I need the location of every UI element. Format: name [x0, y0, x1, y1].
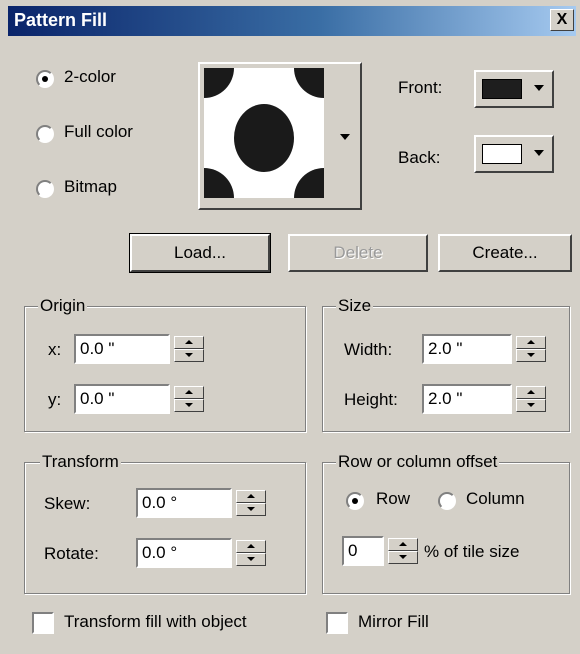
radio-2-color-label: 2-color	[64, 67, 116, 86]
rotate-spinner[interactable]	[236, 540, 266, 566]
load-button[interactable]: Load...	[129, 233, 271, 273]
spin-up-icon[interactable]	[174, 336, 204, 349]
offset-field[interactable]: 0	[342, 536, 384, 566]
rotate-field[interactable]: 0.0 °	[136, 538, 232, 568]
back-color-button[interactable]	[474, 135, 554, 173]
offset-spinner[interactable]	[388, 538, 418, 564]
chevron-down-icon	[340, 134, 350, 140]
close-icon: X	[556, 11, 568, 28]
origin-x-field[interactable]: 0.0 "	[74, 334, 170, 364]
radio-dot	[352, 498, 358, 504]
spin-up-icon[interactable]	[516, 386, 546, 399]
radio-column-label: Column	[466, 489, 525, 508]
spin-down-icon[interactable]	[236, 503, 266, 516]
offset-legend: Row or column offset	[336, 452, 500, 472]
skew-spinner[interactable]	[236, 490, 266, 516]
spin-down-icon[interactable]	[174, 399, 204, 412]
spin-up-icon[interactable]	[236, 540, 266, 553]
delete-button[interactable]: Delete	[288, 234, 428, 272]
origin-legend: Origin	[38, 296, 88, 316]
mirror-fill-label: Mirror Fill	[358, 612, 429, 631]
front-color-swatch	[482, 79, 522, 99]
pattern-picker[interactable]	[198, 62, 362, 210]
close-button[interactable]: X	[550, 9, 574, 31]
transform-fill-label: Transform fill with object	[64, 612, 247, 631]
radio-dot	[42, 76, 48, 82]
rotate-label: Rotate:	[44, 544, 99, 563]
front-color-button[interactable]	[474, 70, 554, 108]
pattern-preview-icon	[204, 68, 324, 198]
spin-down-icon[interactable]	[174, 349, 204, 362]
chevron-down-icon	[534, 85, 544, 91]
spin-up-icon[interactable]	[174, 386, 204, 399]
mirror-fill-checkbox[interactable]	[326, 612, 348, 634]
spin-up-icon[interactable]	[516, 336, 546, 349]
title-bar: Pattern Fill X	[8, 6, 576, 36]
radio-bitmap-label: Bitmap	[64, 177, 117, 196]
spin-down-icon[interactable]	[516, 349, 546, 362]
transform-group	[24, 462, 306, 594]
back-color-swatch	[482, 144, 522, 164]
origin-y-label: y:	[48, 390, 62, 409]
width-field[interactable]: 2.0 "	[422, 334, 512, 364]
size-legend: Size	[336, 296, 374, 316]
width-label: Width:	[344, 340, 393, 359]
spin-down-icon[interactable]	[236, 553, 266, 566]
offset-suffix-label: % of tile size	[424, 542, 520, 561]
back-color-label: Back:	[398, 148, 441, 167]
radio-row[interactable]	[346, 492, 364, 510]
height-label: Height:	[344, 390, 398, 409]
radio-bitmap[interactable]	[36, 180, 54, 198]
skew-label: Skew:	[44, 494, 91, 513]
spin-up-icon[interactable]	[388, 538, 418, 551]
height-spinner[interactable]	[516, 386, 546, 412]
width-spinner[interactable]	[516, 336, 546, 362]
origin-y-spinner[interactable]	[174, 386, 204, 412]
transform-legend: Transform	[40, 452, 121, 472]
origin-y-field[interactable]: 0.0 "	[74, 384, 170, 414]
chevron-down-icon	[534, 150, 544, 156]
origin-x-spinner[interactable]	[174, 336, 204, 362]
radio-full-color-label: Full color	[64, 122, 133, 141]
radio-full-color[interactable]	[36, 125, 54, 143]
transform-fill-checkbox[interactable]	[32, 612, 54, 634]
spin-up-icon[interactable]	[236, 490, 266, 503]
radio-2-color[interactable]	[36, 70, 54, 88]
offset-group	[322, 462, 570, 594]
spin-down-icon[interactable]	[388, 551, 418, 564]
origin-x-label: x:	[48, 340, 62, 359]
height-field[interactable]: 2.0 "	[422, 384, 512, 414]
skew-field[interactable]: 0.0 °	[136, 488, 232, 518]
dialog-title: Pattern Fill	[14, 10, 108, 30]
radio-row-label: Row	[376, 489, 411, 508]
create-button[interactable]: Create...	[438, 234, 572, 272]
radio-column[interactable]	[438, 492, 456, 510]
front-color-label: Front:	[398, 78, 443, 97]
spin-down-icon[interactable]	[516, 399, 546, 412]
